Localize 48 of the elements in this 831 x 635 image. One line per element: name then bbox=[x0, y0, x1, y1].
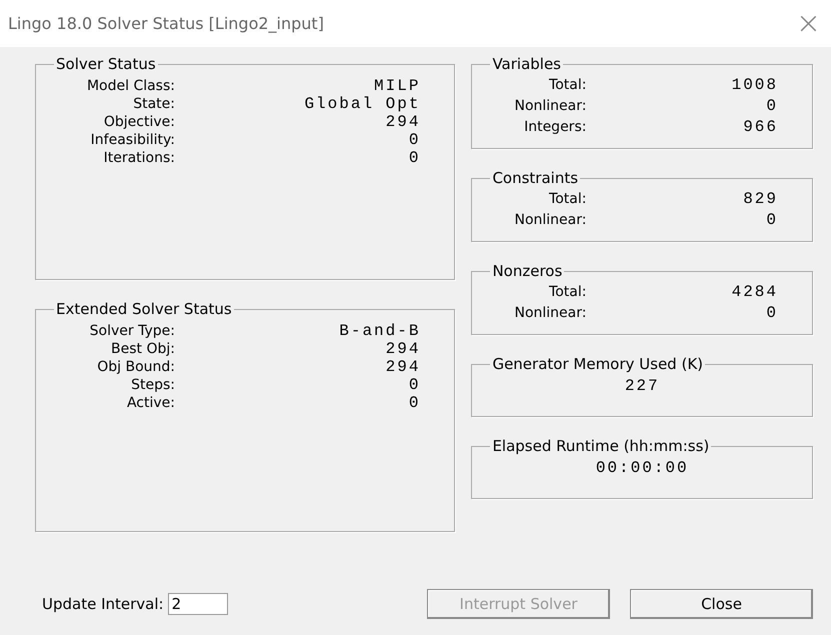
close-button[interactable]: × bbox=[786, 6, 831, 41]
field-value: 00:00:00 bbox=[596, 459, 689, 477]
field-value: 0 bbox=[766, 210, 779, 231]
field-label: Update Interval: bbox=[42, 595, 164, 613]
field-label: Solver Type: bbox=[88, 323, 175, 339]
field-value: 0 bbox=[766, 303, 779, 324]
field-value: 227 bbox=[624, 377, 660, 395]
field-label: Obj Bound: bbox=[96, 359, 175, 375]
field-label: Nonlinear: bbox=[513, 211, 586, 230]
field-value: 0 bbox=[408, 376, 422, 394]
dialog-button[interactable]: Close bbox=[630, 589, 813, 619]
field-label: Nonlinear: bbox=[513, 304, 586, 323]
field-value: 294 bbox=[386, 340, 422, 358]
field-value: 294 bbox=[386, 113, 422, 131]
field-label: Best Obj: bbox=[110, 341, 175, 357]
field-value: 1008 bbox=[732, 75, 779, 96]
field-value: MILP bbox=[374, 77, 422, 95]
field-value: Global Opt bbox=[304, 95, 422, 113]
field-value: 0 bbox=[766, 96, 779, 117]
field-label: Iterations: bbox=[102, 150, 175, 166]
field-label: Integers: bbox=[523, 118, 586, 137]
field-label: Total: bbox=[548, 76, 586, 95]
field-label: Model Class: bbox=[86, 78, 175, 94]
group-title: Extended Solver Status bbox=[55, 300, 233, 318]
field-label: Total: bbox=[548, 283, 586, 302]
group-title: Nonzeros bbox=[491, 262, 564, 280]
group-title: Solver Status bbox=[55, 55, 157, 73]
field-value: 0 bbox=[408, 394, 422, 412]
field-value: 0 bbox=[408, 149, 422, 167]
input-field[interactable]: 2 bbox=[168, 593, 228, 615]
group-title: Constraints bbox=[491, 169, 580, 187]
field-value: 829 bbox=[743, 189, 779, 210]
field-value: 294 bbox=[386, 358, 422, 376]
window-title: Lingo 18.0 Solver Status [Lingo2_input] bbox=[8, 14, 324, 33]
field-label: Objective: bbox=[102, 114, 175, 130]
field-label: Steps: bbox=[130, 377, 175, 393]
field-label: Infeasibility: bbox=[90, 132, 175, 148]
field-label: Total: bbox=[548, 190, 586, 209]
field-label: Nonlinear: bbox=[513, 97, 586, 116]
group-title: Elapsed Runtime (hh:mm:ss) bbox=[491, 437, 710, 455]
field-value: 966 bbox=[743, 117, 779, 138]
field-value: B-and-B bbox=[339, 322, 422, 340]
group-title: Variables bbox=[491, 55, 562, 73]
field-value: 4284 bbox=[732, 282, 779, 303]
field-label: State: bbox=[132, 96, 175, 112]
field-value: 0 bbox=[408, 131, 422, 149]
field-label: Active: bbox=[126, 395, 175, 411]
group-title: Generator Memory Used (K) bbox=[491, 355, 704, 373]
